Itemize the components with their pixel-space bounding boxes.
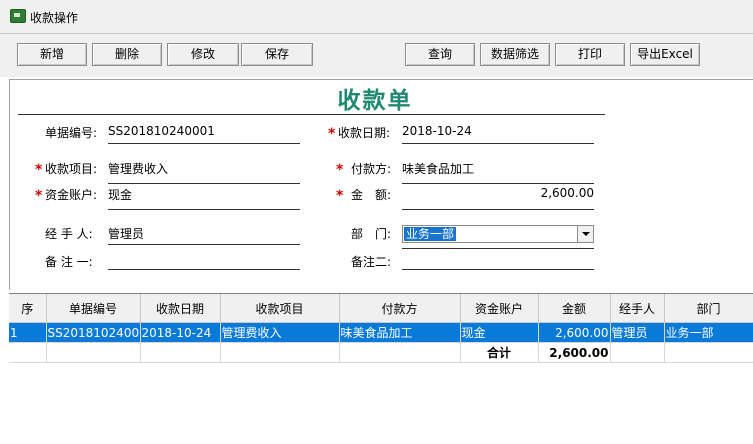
window-title: 收款操作 — [30, 11, 79, 25]
receipt-table: 序 单据编号 收款日期 收款项目 付款方 资金账户 金额 经手人 部门 1 SS… — [9, 294, 753, 363]
receipt-form: 收款单 单据编号: SS201810240001 * 收款日期: 2018-10… — [9, 79, 753, 290]
save-button[interactable]: 保存 — [241, 43, 313, 66]
form-title: 收款单 — [337, 87, 413, 114]
column-header[interactable]: 经手人 — [610, 294, 665, 323]
column-header[interactable]: 金额 — [538, 294, 611, 323]
payer-field[interactable] — [402, 183, 594, 184]
account-value: 现金 — [108, 188, 133, 202]
account-field[interactable] — [108, 209, 300, 210]
cell-item[interactable]: 管理费收入 — [220, 322, 340, 343]
column-header[interactable]: 付款方 — [339, 294, 461, 323]
column-header[interactable]: 收款项目 — [220, 294, 340, 323]
note2-field[interactable] — [402, 269, 594, 270]
chevron-down-icon[interactable] — [577, 226, 593, 242]
required-mark: * — [35, 162, 43, 178]
required-mark: * — [336, 162, 344, 178]
payer-value: 味美食品加工 — [402, 162, 475, 176]
note2-label: 备注二: — [351, 255, 392, 269]
total-row: 合计 2,600.00 — [9, 342, 753, 363]
amount-field[interactable] — [402, 209, 594, 210]
cell-date[interactable]: 2018-10-24 — [140, 322, 221, 343]
required-mark: * — [35, 188, 43, 204]
title-bar: 收款操作 — [0, 0, 753, 34]
cell-handler[interactable]: 管理员 — [610, 322, 665, 343]
column-header[interactable]: 收款日期 — [140, 294, 221, 323]
dept-label: 部 门: — [351, 227, 392, 241]
column-header[interactable]: 资金账户 — [460, 294, 539, 323]
dept-dropdown[interactable]: 业务一部 — [402, 225, 594, 243]
doc-no-value: SS201810240001 — [108, 124, 215, 138]
title-underline — [18, 114, 605, 115]
date-label: 收款日期: — [338, 126, 391, 140]
item-label: 收款项目: — [45, 162, 98, 176]
required-mark: * — [328, 126, 336, 142]
item-value: 管理费收入 — [108, 162, 169, 176]
date-field[interactable] — [402, 143, 594, 144]
query-button[interactable]: 查询 — [405, 43, 475, 66]
required-mark: * — [336, 188, 344, 204]
filter-button[interactable]: 数据筛选 — [480, 43, 550, 66]
table-row[interactable]: 1 SS201810240001 2018-10-24 管理费收入 味美食品加工… — [9, 322, 753, 343]
column-header[interactable]: 部门 — [664, 294, 753, 323]
receipt-grid: 序 单据编号 收款日期 收款项目 付款方 资金账户 金额 经手人 部门 1 SS… — [9, 293, 753, 444]
account-label: 资金账户: — [45, 188, 98, 202]
export-excel-button[interactable]: 导出Excel — [630, 43, 700, 66]
amount-value: 2,600.00 — [540, 186, 594, 200]
note1-field[interactable] — [108, 269, 300, 270]
column-header[interactable]: 单据编号 — [46, 294, 141, 323]
doc-no-label: 单据编号: — [45, 126, 98, 140]
cell-account[interactable]: 现金 — [460, 322, 539, 343]
print-button[interactable]: 打印 — [555, 43, 625, 66]
amount-label: 金 额: — [351, 188, 392, 202]
table-header-row: 序 单据编号 收款日期 收款项目 付款方 资金账户 金额 经手人 部门 — [9, 294, 753, 323]
handler-value: 管理员 — [108, 227, 145, 241]
note1-label: 备 注 一: — [45, 255, 93, 269]
handler-field[interactable] — [108, 244, 300, 245]
cell-seq[interactable]: 1 — [9, 322, 47, 343]
edit-button[interactable]: 修改 — [167, 43, 239, 66]
total-amount: 2,600.00 — [538, 342, 611, 363]
delete-button[interactable]: 删除 — [92, 43, 162, 66]
add-button[interactable]: 新增 — [17, 43, 87, 66]
dept-underline — [402, 248, 594, 249]
total-label: 合计 — [460, 342, 539, 363]
column-header[interactable]: 序 — [9, 294, 47, 323]
cell-dept[interactable]: 业务一部 — [664, 322, 753, 343]
cell-payer[interactable]: 味美食品加工 — [339, 322, 461, 343]
doc-no-field[interactable] — [108, 143, 300, 144]
cell-doc-no[interactable]: SS201810240001 — [46, 322, 141, 343]
cell-amount[interactable]: 2,600.00 — [538, 322, 611, 343]
date-value: 2018-10-24 — [402, 124, 472, 138]
handler-label: 经 手 人: — [45, 227, 93, 241]
payer-label: 付款方: — [351, 162, 392, 176]
toolbar: 新增 删除 修改 保存 查询 数据筛选 打印 导出Excel — [0, 34, 753, 77]
item-field[interactable] — [108, 183, 300, 184]
app-icon — [10, 9, 26, 23]
dept-selected-value: 业务一部 — [404, 227, 457, 241]
